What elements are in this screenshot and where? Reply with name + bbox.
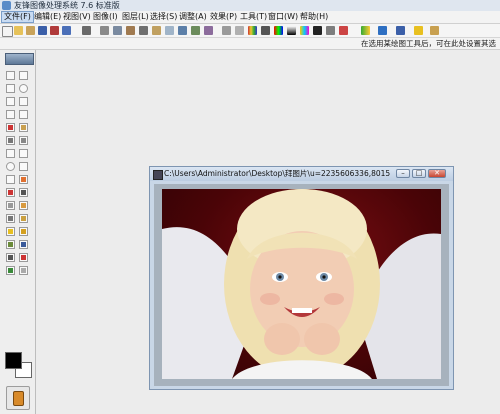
round-rect-select-icon[interactable]: [6, 84, 15, 93]
filter-icon[interactable]: [361, 26, 370, 35]
about-icon[interactable]: [430, 26, 439, 35]
sparkle-icon[interactable]: [8, 229, 13, 234]
print-icon[interactable]: [82, 26, 91, 35]
title-bar: 友锋图像处理系统 7.6 标准版: [0, 0, 500, 11]
zoom-icon[interactable]: [8, 216, 13, 221]
mirror-icon[interactable]: [204, 26, 213, 35]
gradient-icon[interactable]: [21, 190, 26, 195]
quick-action-button[interactable]: [6, 386, 30, 410]
grayscale-icon[interactable]: [287, 26, 296, 35]
crop-icon[interactable]: [152, 26, 161, 35]
polygon-icon[interactable]: [21, 177, 26, 182]
curve-icon[interactable]: [19, 149, 28, 158]
copy-icon[interactable]: [113, 26, 122, 35]
contrast-icon[interactable]: [261, 26, 270, 35]
cut-icon[interactable]: [100, 26, 109, 35]
menu-tools[interactable]: 工具(T): [238, 12, 269, 22]
help-icon[interactable]: [414, 26, 423, 35]
burn-icon[interactable]: [8, 255, 13, 260]
browse-icon[interactable]: [62, 26, 71, 35]
photo-image: [162, 189, 441, 379]
magic-select-icon[interactable]: [6, 110, 15, 119]
smudge-icon[interactable]: [21, 242, 26, 247]
image-window-title: C:\Users\Administrator\Desktop\拜图片\u=223…: [164, 169, 390, 178]
photo-canvas[interactable]: [162, 189, 441, 379]
image-canvas-area[interactable]: [154, 184, 449, 386]
eyedropper-icon[interactable]: [8, 203, 13, 208]
clone-icon[interactable]: [21, 138, 26, 143]
color-balance-icon[interactable]: [248, 26, 257, 35]
save-as-icon[interactable]: [50, 26, 59, 35]
phone-icon: [13, 391, 24, 406]
maximize-icon: □: [415, 169, 423, 177]
save-icon[interactable]: [38, 26, 47, 35]
menu-adjust[interactable]: 调整(A): [177, 12, 209, 22]
pencil-icon[interactable]: [21, 125, 26, 130]
menu-help[interactable]: 帮助(H): [298, 12, 330, 22]
redo-icon[interactable]: [235, 26, 244, 35]
menu-file[interactable]: 文件(F): [1, 11, 34, 23]
open-icon[interactable]: [26, 26, 35, 35]
menu-edit[interactable]: 编辑(E): [32, 12, 63, 22]
fill-bucket-icon[interactable]: [8, 190, 13, 195]
eraser-icon[interactable]: [21, 203, 26, 208]
color-adjust-icon[interactable]: [300, 26, 309, 35]
minimize-icon: –: [401, 169, 405, 177]
brush-icon[interactable]: [8, 125, 13, 130]
open-folder-icon[interactable]: [14, 26, 23, 35]
menu-select[interactable]: 选择(S): [148, 12, 179, 22]
options-bar: 在选用某绘图工具后，可在此处设置其选: [0, 38, 500, 50]
effect-icon[interactable]: [339, 26, 348, 35]
rect-select-icon[interactable]: [6, 71, 15, 80]
tool-palette: [0, 50, 36, 414]
close-icon: ✕: [434, 169, 440, 177]
magic-wand-icon[interactable]: [19, 110, 28, 119]
close-button[interactable]: ✕: [428, 169, 446, 178]
move-icon[interactable]: [19, 71, 28, 80]
foreground-color-swatch[interactable]: [5, 352, 22, 369]
lasso-icon[interactable]: [19, 97, 28, 106]
toolbar: [0, 24, 500, 38]
sharpen-icon[interactable]: [326, 26, 335, 35]
batch-icon[interactable]: [396, 26, 405, 35]
document-icon: [153, 170, 163, 180]
menu-layer[interactable]: 图层(L): [120, 12, 151, 22]
hand-icon[interactable]: [8, 268, 13, 273]
menu-bar: 文件(F) 编辑(E) 视图(V) 图像(I) 图层(L) 选择(S) 调整(A…: [0, 11, 500, 24]
round-rectangle-icon[interactable]: [6, 175, 15, 184]
image-window[interactable]: C:\Users\Administrator\Desktop\拜图片\u=223…: [149, 166, 454, 390]
polygon-select-icon[interactable]: [6, 97, 15, 106]
resize-icon[interactable]: [165, 26, 174, 35]
new-file-icon[interactable]: [2, 26, 13, 37]
app-icon: [2, 1, 11, 10]
menu-image[interactable]: 图像(I): [91, 12, 120, 22]
light-icon[interactable]: [21, 229, 26, 234]
app-title: 友锋图像处理系统 7.6 标准版: [14, 1, 120, 10]
tool-icon[interactable]: [378, 26, 387, 35]
image-window-titlebar[interactable]: C:\Users\Administrator\Desktop\拜图片\u=223…: [150, 167, 453, 181]
menu-view[interactable]: 视图(V): [61, 12, 93, 22]
maximize-button[interactable]: □: [412, 169, 426, 178]
rotate-icon[interactable]: [178, 26, 187, 35]
line-icon[interactable]: [6, 149, 15, 158]
paste-icon[interactable]: [126, 26, 135, 35]
paste-special-icon[interactable]: [139, 26, 148, 35]
undo-icon[interactable]: [222, 26, 231, 35]
palette-logo-icon: [5, 53, 34, 65]
blur-icon[interactable]: [8, 242, 13, 247]
flip-icon[interactable]: [191, 26, 200, 35]
tool-hint-text: 在选用某绘图工具后，可在此处设置其选: [361, 39, 496, 48]
red-eye-icon[interactable]: [21, 255, 26, 260]
text-icon[interactable]: [21, 216, 26, 221]
menu-window[interactable]: 窗口(W): [266, 12, 300, 22]
ellipse-icon[interactable]: [6, 162, 15, 171]
rectangle-icon[interactable]: [19, 162, 28, 171]
minimize-button[interactable]: –: [396, 169, 410, 178]
ellipse-select-icon[interactable]: [19, 84, 28, 93]
measure-icon[interactable]: [21, 268, 26, 273]
menu-effects[interactable]: 效果(P): [208, 12, 239, 22]
stamp-icon[interactable]: [8, 138, 13, 143]
hue-icon[interactable]: [274, 26, 283, 35]
invert-icon[interactable]: [313, 26, 322, 35]
